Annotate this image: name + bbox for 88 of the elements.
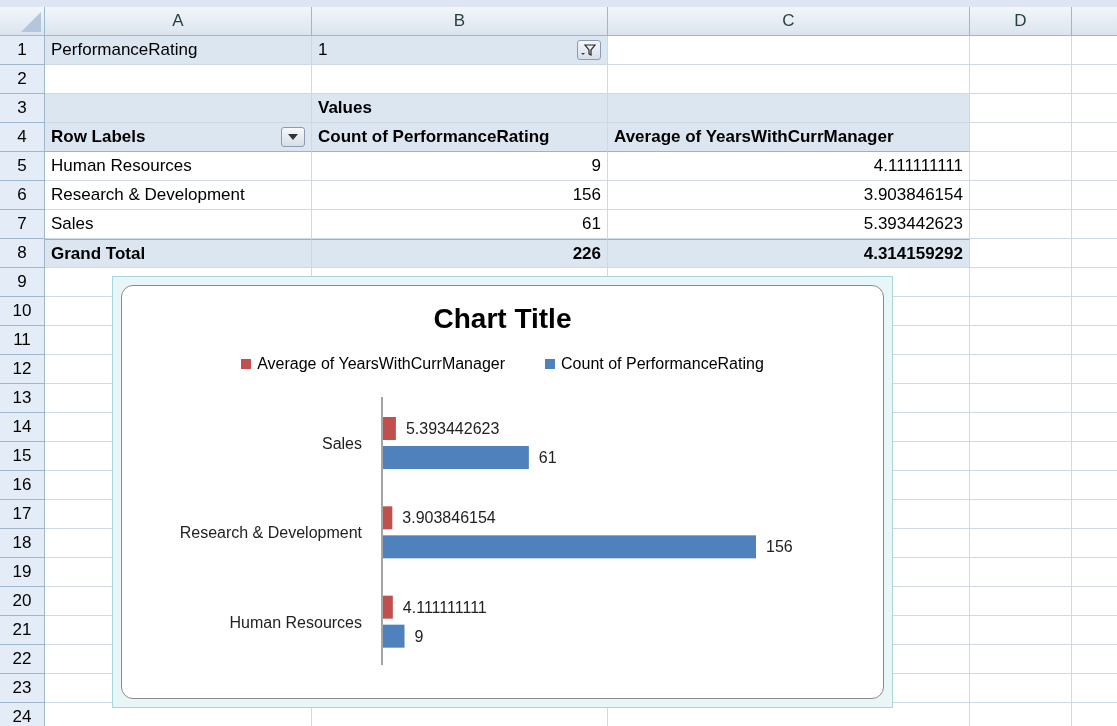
column-header: Row Labels (51, 127, 146, 147)
row-header[interactable]: 12 (0, 355, 45, 384)
grid-cell: 61 (312, 210, 608, 239)
filter-button[interactable] (577, 40, 601, 60)
data-label: 3.903846154 (401, 509, 496, 527)
grid-cell (1072, 94, 1117, 123)
row-header[interactable]: 19 (0, 558, 45, 587)
row-header[interactable]: 3 (0, 94, 45, 123)
row-header[interactable]: 8 (0, 239, 45, 268)
row-header[interactable]: 16 (0, 471, 45, 500)
grid-cell (1072, 297, 1117, 326)
grid-cell (1072, 616, 1117, 645)
grid-cell: 156 (312, 181, 608, 210)
row-header[interactable]: 17 (0, 500, 45, 529)
grid-cell (1072, 558, 1117, 587)
row-header[interactable]: 5 (0, 152, 45, 181)
column-header[interactable]: D (970, 7, 1072, 35)
grid-cell (1072, 210, 1117, 239)
row-header[interactable]: 18 (0, 529, 45, 558)
grid-cell (1072, 355, 1117, 384)
grid-cell (1072, 500, 1117, 529)
legend-label: Count of PerformanceRating (561, 354, 764, 374)
grid-cell: Sales (45, 210, 312, 239)
grid-cell: Human Resources (45, 152, 312, 181)
grid-cell: 4.314159292 (608, 239, 970, 268)
row-header[interactable]: 13 (0, 384, 45, 413)
grid-cell: 5.393442623 (608, 210, 970, 239)
grid-cell: PerformanceRating (45, 36, 312, 65)
grid-cell (1072, 384, 1117, 413)
data-label: 61 (538, 449, 557, 466)
bar (382, 506, 392, 530)
grid-cell (1072, 326, 1117, 355)
grid-cell: Grand Total (45, 239, 312, 268)
grid-cell (1072, 471, 1117, 500)
row-header[interactable]: 2 (0, 65, 45, 94)
grid-cell: Count of PerformanceRating (312, 123, 608, 152)
column-header[interactable]: B (312, 7, 608, 35)
grid-cell (1072, 65, 1117, 94)
grid-cell (1072, 123, 1117, 152)
bar (382, 624, 404, 648)
data-label: 4.111111111 (402, 598, 487, 616)
row-header[interactable]: 11 (0, 326, 45, 355)
grid-cell (1072, 413, 1117, 442)
row-header[interactable]: 9 (0, 268, 45, 297)
grid-cell: 226 (312, 239, 608, 268)
row-header[interactable]: 6 (0, 181, 45, 210)
chart-title: Chart Title (433, 302, 572, 336)
grid-cell: Values (312, 94, 608, 123)
caret-icon (288, 134, 298, 140)
row-header[interactable]: 4 (0, 123, 45, 152)
row-header[interactable]: 14 (0, 413, 45, 442)
data-label: 9 (414, 627, 423, 645)
grid-cell (1072, 152, 1117, 181)
row-header[interactable]: 15 (0, 442, 45, 471)
row-header[interactable]: 21 (0, 616, 45, 645)
column-header[interactable]: A (45, 7, 312, 35)
bar (382, 595, 393, 619)
row-header[interactable]: 1 (0, 36, 45, 65)
row-header[interactable]: 10 (0, 297, 45, 326)
grid-cell (1072, 587, 1117, 616)
grid-cell (1072, 36, 1117, 65)
category-label: Research & Development (179, 524, 362, 542)
grid-cell: Research & Development (45, 181, 312, 210)
category-label: Sales (321, 435, 362, 452)
grid-cell (1072, 674, 1117, 703)
grid-cell (1072, 442, 1117, 471)
filter-icon (581, 44, 597, 56)
filter-value: 1 (318, 40, 328, 60)
row-header[interactable]: 23 (0, 674, 45, 703)
grid-cell: Average of YearsWithCurrManager (608, 123, 970, 152)
grid-cell: 9 (312, 152, 608, 181)
data-label: 5.393442623 (405, 420, 499, 437)
data-label: 156 (765, 538, 793, 556)
grid-cell (1072, 239, 1117, 268)
category-label: Human Resources (229, 613, 362, 631)
grid-cell (1072, 268, 1117, 297)
dropdown-button[interactable] (281, 127, 305, 147)
grid-cell: 4.111111111 (608, 152, 970, 181)
grid-cell (1072, 645, 1117, 674)
column-header[interactable]: C (608, 7, 970, 35)
grid-cell (1072, 529, 1117, 558)
row-header[interactable]: 20 (0, 587, 45, 616)
row-header[interactable]: 22 (0, 645, 45, 674)
grid-cell: 3.903846154 (608, 181, 970, 210)
grid-cell (1072, 181, 1117, 210)
legend-label: Average of YearsWithCurrManager (257, 354, 506, 374)
row-header[interactable]: 7 (0, 210, 45, 239)
grid-cell (1072, 703, 1117, 726)
